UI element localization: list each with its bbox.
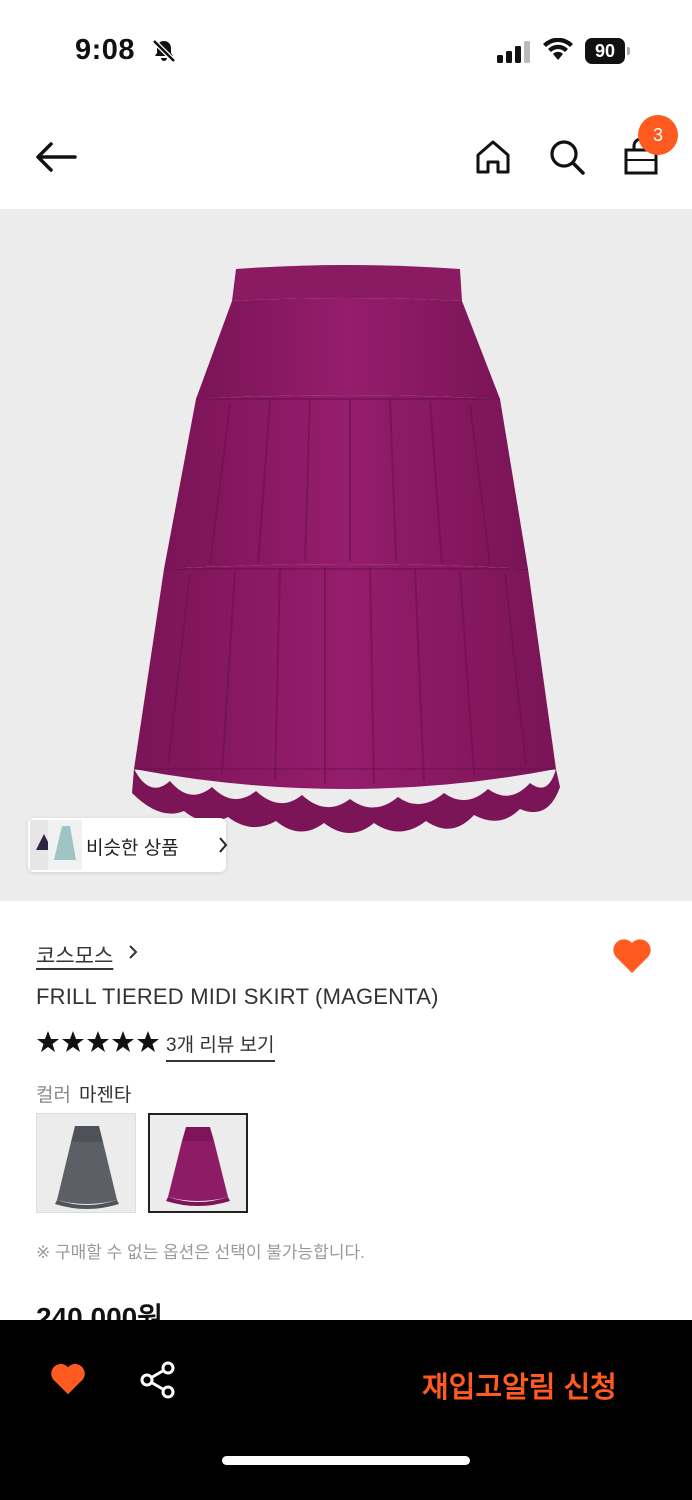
bell-muted-icon: [152, 39, 176, 63]
grey-skirt-thumbnail: [55, 1126, 119, 1209]
wifi-icon: [543, 38, 573, 60]
share-icon[interactable]: [138, 1360, 178, 1400]
product-image[interactable]: [0, 209, 692, 901]
battery-indicator: 90: [585, 38, 631, 64]
home-icon[interactable]: [474, 138, 512, 176]
restock-alert-button[interactable]: 재입고알림 신청: [422, 1364, 617, 1406]
color-label: 컬러: [36, 1085, 71, 1106]
magenta-skirt-thumbnail: [166, 1127, 230, 1206]
color-value: 마젠타: [78, 1085, 132, 1106]
wishlist-heart-icon[interactable]: [612, 938, 652, 974]
product-name: FRILL TIERED MIDI SKIRT (MAGENTA): [36, 984, 439, 1009]
status-time: 9:08: [75, 34, 136, 66]
top-nav: [0, 110, 692, 206]
battery-level: 90: [585, 38, 625, 64]
brand-link[interactable]: 코스모스: [36, 940, 113, 970]
wishlist-heart-icon[interactable]: [50, 1362, 86, 1396]
star-icon: [112, 1031, 134, 1052]
similar-products-button[interactable]: 비슷한 상품: [28, 818, 228, 872]
search-icon[interactable]: [548, 138, 586, 176]
back-arrow-icon[interactable]: [34, 140, 78, 174]
view-reviews-link[interactable]: 3개 리뷰 보기: [166, 1030, 275, 1062]
brand-name: 코스모스: [36, 945, 114, 968]
cart-count-badge: 3: [638, 115, 678, 155]
similar-products-label: 비슷한 상품: [86, 838, 179, 859]
status-bar: 9:08 90: [0, 0, 692, 100]
star-icon: [37, 1031, 59, 1052]
skirt-image: [132, 265, 560, 833]
color-option-grey[interactable]: [36, 1113, 136, 1213]
star-icon: [137, 1031, 159, 1052]
option-notice: ※ 구매할 수 없는 옵션은 선택이 불가능합니다.: [36, 1243, 365, 1262]
bottom-action-bar: 재입고알림 신청: [0, 1320, 692, 1500]
cellular-signal-icon: [497, 41, 530, 63]
color-row: 컬러 마젠타: [36, 1080, 131, 1107]
star-icon: [87, 1031, 109, 1052]
rating-stars: [37, 1031, 159, 1052]
home-indicator: [222, 1456, 470, 1465]
chevron-right-icon: [219, 837, 228, 853]
color-option-magenta[interactable]: [148, 1113, 248, 1213]
star-icon: [62, 1031, 84, 1052]
similar-thumbnails: [30, 820, 82, 870]
chevron-right-icon[interactable]: [128, 944, 138, 960]
